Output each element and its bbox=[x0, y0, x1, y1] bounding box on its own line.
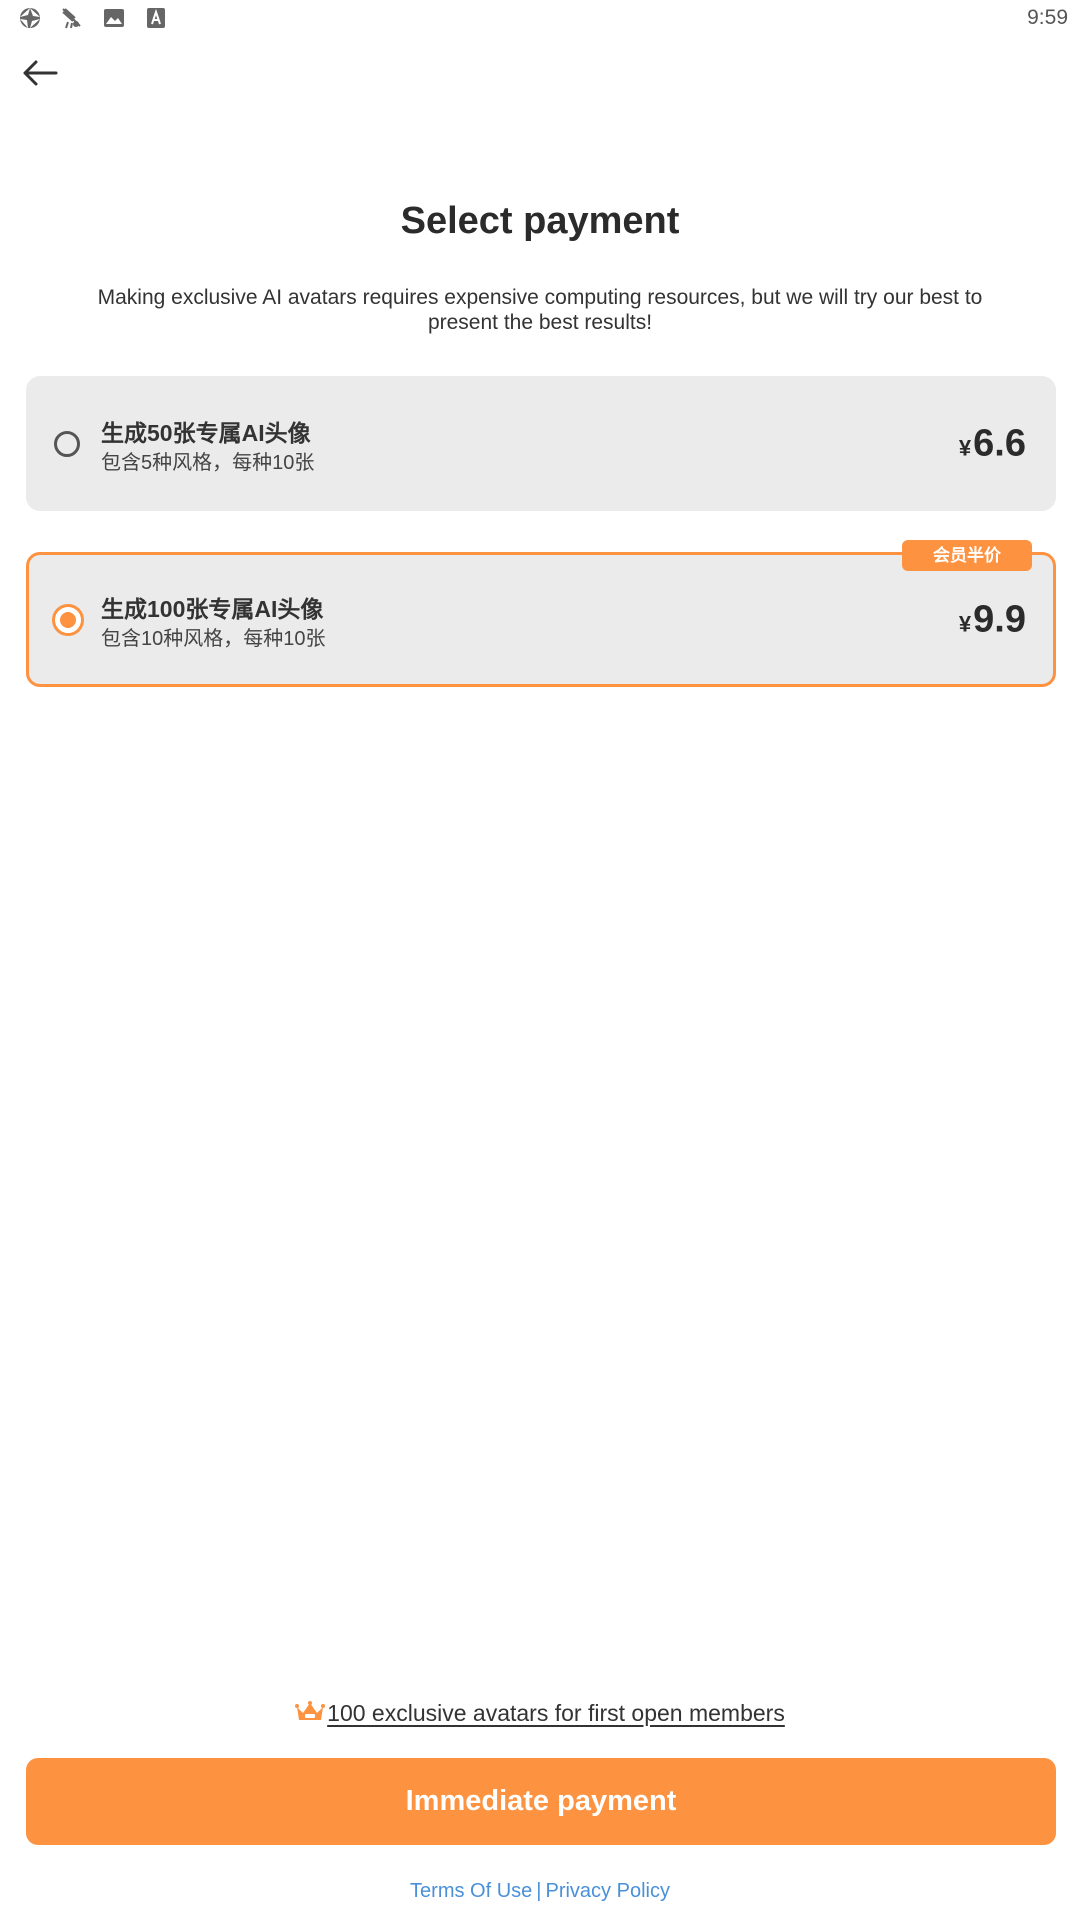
plan-title: 生成50张专属AI头像 bbox=[101, 420, 311, 446]
radio-selected[interactable] bbox=[52, 603, 84, 636]
plan-option-100[interactable]: 生成100张专属AI头像 包含10种风格，每种10张 ¥9.9 bbox=[26, 552, 1056, 687]
terms-of-use-link[interactable]: Terms Of Use bbox=[410, 1880, 532, 1902]
plan-option-50[interactable]: 生成50张专属AI头像 包含5种风格，每种10张 ¥6.6 bbox=[26, 376, 1056, 511]
crown-icon bbox=[295, 1701, 326, 1720]
status-icons bbox=[18, 6, 168, 30]
page-subtitle: Making exclusive AI avatars requires exp… bbox=[97, 286, 983, 334]
member-promo-link[interactable]: 100 exclusive avatars for first open mem… bbox=[0, 1700, 1080, 1727]
plan-price: ¥6.6 bbox=[959, 422, 1026, 465]
plan-title: 生成100张专属AI头像 bbox=[101, 596, 324, 622]
plan-description: 包含10种风格，每种10张 bbox=[101, 628, 326, 650]
payment-screen: 9:59 Select payment Making exclusive AI … bbox=[0, 0, 1080, 1920]
price-value: 6.6 bbox=[973, 422, 1026, 464]
page-title: Select payment bbox=[400, 200, 680, 242]
price-value: 9.9 bbox=[973, 598, 1026, 640]
price-currency: ¥ bbox=[958, 435, 972, 460]
status-bar: 9:59 bbox=[0, 0, 1080, 38]
camera-aperture-icon bbox=[20, 8, 40, 28]
status-time: 9:59 bbox=[1027, 6, 1068, 29]
plan-description: 包含5种风格，每种10张 bbox=[101, 452, 315, 474]
plan-price: ¥9.9 bbox=[959, 598, 1026, 641]
immediate-payment-button[interactable]: Immediate payment bbox=[26, 1758, 1056, 1845]
price-currency: ¥ bbox=[958, 611, 972, 636]
arrow-left-icon bbox=[23, 60, 58, 86]
legal-separator: | bbox=[536, 1880, 542, 1902]
back-button[interactable] bbox=[18, 55, 62, 91]
promo-text[interactable]: 100 exclusive avatars for first open mem… bbox=[327, 1700, 785, 1726]
image-icon bbox=[104, 9, 124, 27]
privacy-policy-link[interactable]: Privacy Policy bbox=[545, 1880, 669, 1902]
font-a-icon bbox=[147, 8, 165, 28]
radio-unselected[interactable] bbox=[54, 430, 80, 457]
member-discount-badge: 会员半价 bbox=[902, 540, 1032, 571]
legal-links: Terms Of Use | Privacy Policy bbox=[0, 1880, 1080, 1903]
bird-icon bbox=[62, 8, 81, 29]
